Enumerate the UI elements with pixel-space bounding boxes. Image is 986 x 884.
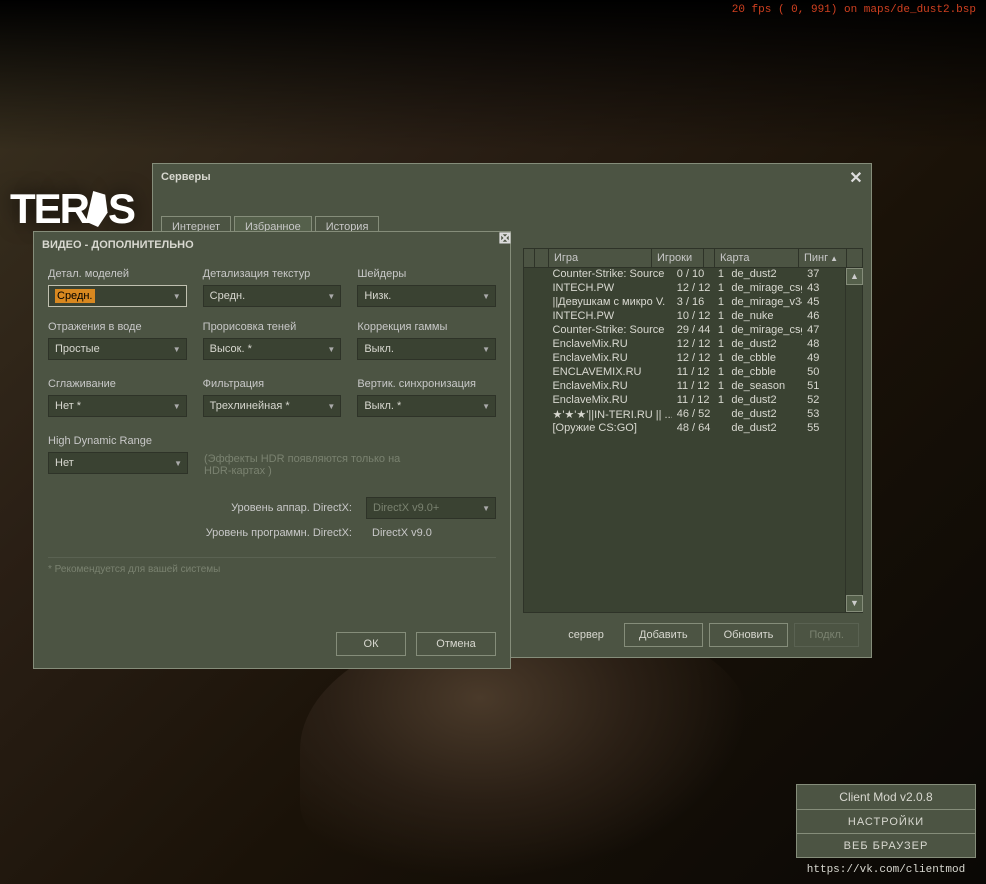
- server-row[interactable]: EnclaveMix.RU11 / 121de_dust252: [524, 394, 845, 408]
- chevron-down-icon: ▼: [173, 402, 181, 411]
- chevron-down-icon: ▼: [482, 345, 490, 354]
- select-shaders[interactable]: Низк.▼: [357, 285, 496, 307]
- select-filtering[interactable]: Трехлинейная *▼: [203, 395, 342, 417]
- panel-title: Client Mod v2.0.8: [796, 784, 976, 810]
- col-password-icon[interactable]: [535, 249, 549, 267]
- select-shadows[interactable]: Высок. *▼: [203, 338, 342, 360]
- bg-vignette: [0, 0, 986, 150]
- server-row[interactable]: ||Девушкам с микро V.3 / 161de_mirage_v3…: [524, 296, 845, 310]
- label-server: сервер: [554, 623, 618, 647]
- chevron-down-icon: ▼: [327, 402, 335, 411]
- label-model-detail: Детал. моделей: [48, 268, 187, 280]
- chevron-down-icon: ▼: [482, 292, 490, 301]
- chevron-down-icon: ▼: [173, 292, 181, 301]
- settings-button[interactable]: НАСТРОЙКИ: [796, 810, 976, 834]
- server-row[interactable]: INTECH.PW10 / 121de_nuke46: [524, 310, 845, 324]
- close-icon[interactable]: ⊠: [496, 228, 514, 246]
- ok-button[interactable]: ОК: [336, 632, 406, 656]
- video-advanced-window: ВИДЕО - ДОПОЛНИТЕЛЬНО ⊠ Детал. моделей С…: [33, 231, 511, 669]
- fps-counter: 20 fps ( 0, 991) on maps/de_dust2.bsp: [732, 4, 976, 16]
- server-row[interactable]: Counter-Strike: Source29 / 441de_mirage_…: [524, 324, 845, 338]
- video-content: Детал. моделей Средн.▼ Детализация текст…: [34, 258, 510, 587]
- refresh-button[interactable]: Обновить: [709, 623, 789, 647]
- chevron-down-icon: ▼: [173, 345, 181, 354]
- label-shaders: Шейдеры: [357, 268, 496, 280]
- scroll-down-icon[interactable]: ▼: [846, 595, 863, 612]
- server-row[interactable]: EnclaveMix.RU11 / 121de_season51: [524, 380, 845, 394]
- server-row[interactable]: ★'★'★'||IN-TERI.RU || ...46 / 52de_dust2…: [524, 408, 845, 422]
- label-water: Отражения в воде: [48, 321, 187, 333]
- col-players[interactable]: Игроки: [652, 249, 704, 267]
- label-dx-software: Уровень программн. DirectX:: [48, 527, 352, 539]
- value-dx-software: DirectX v9.0: [366, 527, 496, 539]
- recommended-footnote: * Рекомендуется для вашей системы: [48, 557, 496, 575]
- chevron-down-icon: ▼: [327, 345, 335, 354]
- col-latency-icon[interactable]: [524, 249, 535, 267]
- close-icon[interactable]: ✕: [847, 168, 865, 186]
- server-list[interactable]: Counter-Strike: Source0 / 101de_dust237I…: [524, 268, 845, 612]
- select-hdr[interactable]: Нет▼: [48, 452, 188, 474]
- logo-title-fragment: TER: [10, 185, 88, 232]
- select-gamma[interactable]: Выкл.▼: [357, 338, 496, 360]
- server-row[interactable]: ENCLAVEMIX.RU11 / 121de_cbble50: [524, 366, 845, 380]
- video-title: ВИДЕО - ДОПОЛНИТЕЛЬНО: [42, 239, 194, 251]
- col-bot-icon[interactable]: [704, 249, 715, 267]
- select-water[interactable]: Простые▼: [48, 338, 187, 360]
- server-row[interactable]: [Оружие CS:GO]48 / 64de_dust255: [524, 422, 845, 436]
- col-map[interactable]: Карта: [715, 249, 799, 267]
- select-dx-hardware: DirectX v9.0+▼: [366, 497, 496, 519]
- clientmod-panel: Client Mod v2.0.8 НАСТРОЙКИ ВЕБ БРАУЗЕР …: [796, 784, 976, 876]
- scrollbar[interactable]: ▲ ▼: [845, 268, 862, 612]
- scroll-up-icon[interactable]: ▲: [846, 268, 863, 285]
- server-row[interactable]: EnclaveMix.RU12 / 121de_dust248: [524, 338, 845, 352]
- label-vsync: Вертик. синхронизация: [357, 378, 496, 390]
- server-row[interactable]: Counter-Strike: Source0 / 101de_dust237: [524, 268, 845, 282]
- chevron-down-icon: ▼: [482, 402, 490, 411]
- video-button-row: ОК Отмена: [336, 632, 496, 656]
- col-game[interactable]: Игра: [549, 249, 652, 267]
- sort-asc-icon: ▲: [830, 254, 838, 263]
- col-ping[interactable]: Пинг▲: [799, 249, 847, 267]
- select-aa[interactable]: Нет *▼: [48, 395, 187, 417]
- select-vsync[interactable]: Выкл. *▼: [357, 395, 496, 417]
- server-row[interactable]: INTECH.PW12 / 121de_mirage_csgo43: [524, 282, 845, 296]
- hdr-note: (Эффекты HDR появляются только на HDR-ка…: [204, 453, 414, 477]
- server-list-panel: Игра Игроки Карта Пинг▲ Counter-Strike: …: [523, 248, 863, 613]
- servers-title: Серверы: [161, 171, 211, 183]
- label-hdr: High Dynamic Range: [48, 435, 188, 447]
- label-filtering: Фильтрация: [203, 378, 342, 390]
- label-dx-hardware: Уровень аппар. DirectX:: [48, 502, 352, 514]
- select-texture-detail[interactable]: Средн.▼: [203, 285, 342, 307]
- server-row[interactable]: EnclaveMix.RU12 / 121de_cbble49: [524, 352, 845, 366]
- select-model-detail[interactable]: Средн.▼: [48, 285, 187, 307]
- web-browser-button[interactable]: ВЕБ БРАУЗЕР: [796, 834, 976, 858]
- chevron-down-icon: ▼: [482, 504, 490, 513]
- panel-url: https://vk.com/clientmod: [796, 864, 976, 876]
- add-server-button[interactable]: Добавить: [624, 623, 703, 647]
- servers-button-row: сервер Добавить Обновить Подкл.: [554, 623, 859, 647]
- servers-title-bar[interactable]: Серверы ✕: [153, 164, 871, 190]
- label-aa: Сглаживание: [48, 378, 187, 390]
- label-texture-detail: Детализация текстур: [203, 268, 342, 280]
- cancel-button[interactable]: Отмена: [416, 632, 496, 656]
- label-gamma: Коррекция гаммы: [357, 321, 496, 333]
- chevron-down-icon: ▼: [327, 292, 335, 301]
- server-list-header: Игра Игроки Карта Пинг▲: [524, 249, 862, 268]
- label-shadows: Прорисовка теней: [203, 321, 342, 333]
- connect-button[interactable]: Подкл.: [794, 623, 859, 647]
- video-title-bar[interactable]: ВИДЕО - ДОПОЛНИТЕЛЬНО ⊠: [34, 232, 510, 258]
- chevron-down-icon: ▼: [174, 459, 182, 468]
